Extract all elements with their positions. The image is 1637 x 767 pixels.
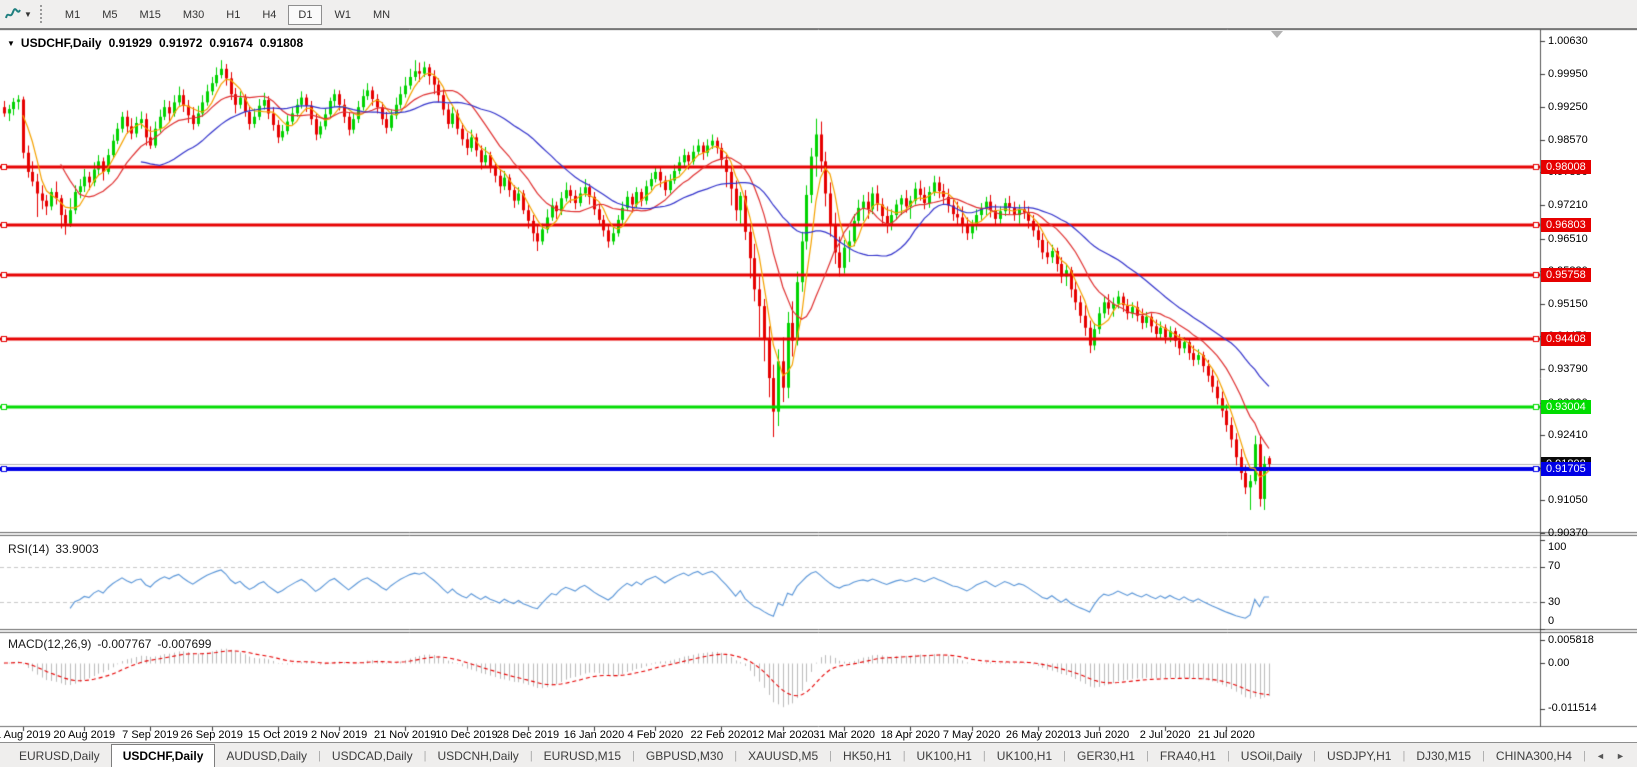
tab-separator: | — [1582, 749, 1586, 762]
ohlc-close: 0.91808 — [259, 36, 304, 50]
chart-canvas[interactable] — [0, 0, 1637, 767]
chart-tabs-bar: EURUSD,Daily USDCHF,Daily AUDUSD,Daily | USD… — [0, 742, 1637, 767]
rsi-tick-100: 100 — [1548, 541, 1567, 553]
macd-tick-min: -0.011514 — [1548, 702, 1597, 714]
date-tick-10 Dec 2019: 10 Dec 2019 — [435, 729, 498, 741]
date-tick-26 May 2020: 26 May 2020 — [1005, 729, 1070, 741]
rsi-label: RSI(14) 33.9003 — [8, 542, 105, 556]
rsi-tick-30: 30 — [1548, 596, 1561, 608]
chart-tabs: EURUSD,Daily USDCHF,Daily AUDUSD,Daily | USD… — [0, 743, 1586, 767]
hline-label-0.91705: 0.91705 — [1541, 461, 1591, 476]
date-tick-4 Feb 2020: 4 Feb 2020 — [627, 729, 684, 741]
date-tick-21 Nov 2019: 21 Nov 2019 — [373, 729, 437, 741]
hline-label-0.93004: 0.93004 — [1541, 399, 1591, 414]
tab-UK100,H1[interactable]: UK100,H1 — [986, 745, 1063, 767]
ohlc-low: 0.91674 — [209, 36, 253, 50]
macd-name: MACD(12,26,9) — [8, 637, 92, 651]
price-tick-0.93790: 0.93790 — [1548, 362, 1588, 375]
hline-label-0.98008: 0.98008 — [1541, 159, 1591, 174]
price-tick-0.97210: 0.97210 — [1548, 198, 1588, 211]
date-tick-16 Jan 2020: 16 Jan 2020 — [563, 729, 625, 741]
price-tick-0.98570: 0.98570 — [1548, 133, 1588, 146]
tabs-scroll-left-icon[interactable]: ◄ — [1596, 751, 1605, 761]
date-tick-26 Sep 2019: 26 Sep 2019 — [180, 729, 243, 741]
price-tick-0.92410: 0.92410 — [1548, 429, 1588, 442]
tab-USDCNH,Daily[interactable]: USDCNH,Daily — [426, 745, 529, 767]
ohlc-high: 0.91972 — [159, 36, 203, 50]
date-tick-28 Dec 2019: 28 Dec 2019 — [496, 729, 560, 741]
macd-tick-zero: 0.00 — [1548, 657, 1570, 669]
date-tick-2 Jul 2020: 2 Jul 2020 — [1139, 729, 1191, 741]
price-tick-0.95150: 0.95150 — [1548, 297, 1588, 310]
price-tick-0.90370: 0.90370 — [1548, 526, 1588, 539]
tab-USDCAD,Daily[interactable]: USDCAD,Daily — [321, 745, 424, 767]
tabs-scroll-right-icon[interactable]: ► — [1616, 751, 1625, 761]
date-tick-22 Feb 2020: 22 Feb 2020 — [690, 729, 753, 741]
date-tick-2 Nov 2019: 2 Nov 2019 — [310, 729, 368, 741]
date-tick-7 May 2020: 7 May 2020 — [942, 729, 1001, 741]
rsi-name: RSI(14) — [8, 542, 50, 556]
tab-USDJPY,H1[interactable]: USDJPY,H1 — [1316, 745, 1402, 767]
chart-menu-icon[interactable]: ▼ — [7, 39, 15, 48]
tab-UK100,H1[interactable]: UK100,H1 — [906, 745, 983, 767]
hline-label-0.95758: 0.95758 — [1541, 267, 1591, 282]
macd-value-signal: -0.007699 — [157, 637, 212, 651]
rsi-value: 33.9003 — [55, 542, 99, 556]
chart-shift-marker-icon[interactable] — [1271, 31, 1283, 38]
tab-EURUSD,Daily[interactable]: EURUSD,Daily — [8, 745, 111, 767]
macd-label: MACD(12,26,9) -0.007767 -0.007699 — [8, 637, 217, 651]
mt4-window: ▼ M1M5M15M30H1H4D1W1MN ▼USDCHF,Daily0.91… — [0, 0, 1637, 767]
price-tick-0.99950: 0.99950 — [1548, 67, 1588, 80]
date-tick-15 Oct 2019: 15 Oct 2019 — [247, 729, 308, 741]
macd-value-main: -0.007767 — [97, 637, 152, 651]
tab-HK50,H1[interactable]: HK50,H1 — [832, 745, 903, 767]
date-tick-21 Jul 2020: 21 Jul 2020 — [1198, 729, 1255, 741]
date-tick-7 Sep 2019: 7 Sep 2019 — [122, 729, 179, 741]
tab-XAUUSD,M5[interactable]: XAUUSD,M5 — [737, 745, 829, 767]
price-tick-1.00630: 1.00630 — [1548, 35, 1588, 47]
hline-label-0.94408: 0.94408 — [1541, 332, 1591, 347]
tab-GBPUSD,M30[interactable]: GBPUSD,M30 — [635, 745, 734, 767]
tab-EURUSD,M15[interactable]: EURUSD,M15 — [533, 745, 632, 767]
chart-title: ▼ USDCHF,Daily 0.91929 0.91972 0.91674 0.9180… — [7, 36, 310, 50]
date-tick-18 Apr 2020: 18 Apr 2020 — [880, 729, 940, 741]
tab-AUDUSD,Daily[interactable]: AUDUSD,Daily — [215, 745, 318, 767]
ohlc-open: 0.91929 — [108, 36, 152, 50]
tab-DJ30,M15[interactable]: DJ30,M15 — [1405, 745, 1482, 767]
date-tick-1 Aug 2019: 1 Aug 2019 — [0, 729, 51, 741]
hline-label-0.96803: 0.96803 — [1541, 217, 1591, 232]
rsi-tick-0: 0 — [1548, 615, 1555, 627]
tab-USOil,Daily[interactable]: USOil,Daily — [1230, 745, 1313, 767]
symbol-label: USDCHF,Daily — [20, 36, 102, 50]
date-tick-13 Jun 2020: 13 Jun 2020 — [1068, 729, 1130, 741]
tab-GER30,H1[interactable]: GER30,H1 — [1066, 745, 1146, 767]
price-tick-0.96510: 0.96510 — [1548, 232, 1588, 245]
rsi-tick-70: 70 — [1548, 560, 1561, 572]
tab-CHINA300,H4[interactable]: CHINA300,H4 — [1485, 745, 1583, 767]
tab-FRA40,H1[interactable]: FRA40,H1 — [1149, 745, 1227, 767]
tab-USDCHF,Daily[interactable]: USDCHF,Daily — [110, 743, 216, 767]
date-tick-20 Aug 2019: 20 Aug 2019 — [53, 729, 116, 741]
price-tick-0.91050: 0.91050 — [1548, 494, 1588, 507]
date-tick-31 Mar 2020: 31 Mar 2020 — [813, 729, 876, 741]
price-tick-0.99250: 0.99250 — [1548, 101, 1588, 114]
macd-tick-max: 0.005818 — [1548, 634, 1594, 646]
date-tick-12 Mar 2020: 12 Mar 2020 — [751, 729, 814, 741]
